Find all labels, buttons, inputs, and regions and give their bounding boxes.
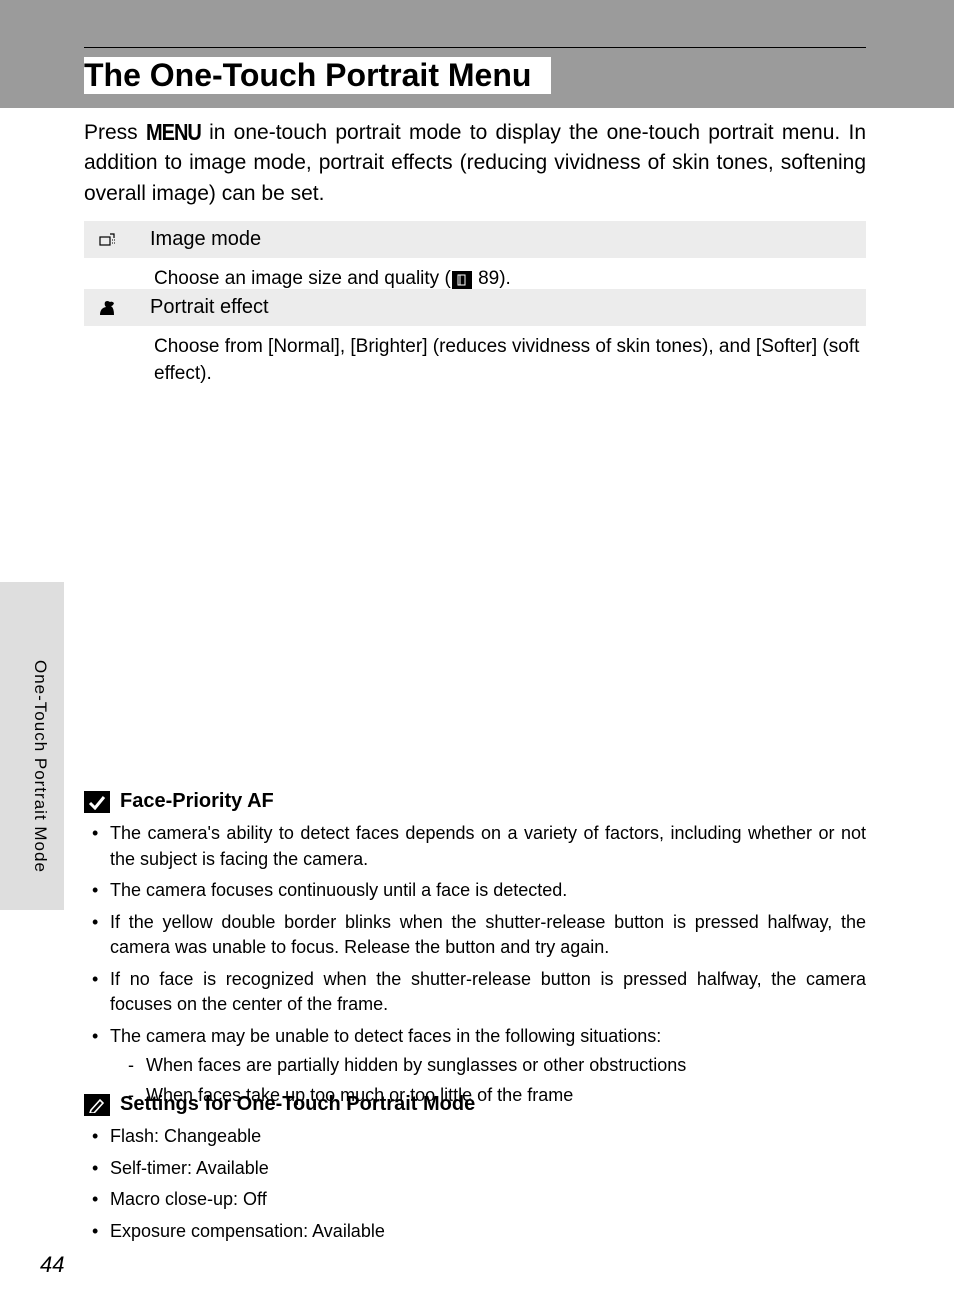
manual-page: One-Touch Portrait Mode The One-Touch Po…	[0, 0, 954, 1314]
note-title: Settings for One-Touch Portrait Mode	[120, 1093, 475, 1116]
section-heading-text: Portrait effect	[150, 296, 269, 319]
side-tab-label: One-Touch Portrait Mode	[30, 660, 50, 873]
note-header: Face-Priority AF	[84, 790, 866, 813]
intro-text-pre: Press	[84, 121, 146, 144]
image-mode-icon	[96, 231, 118, 249]
section-header: Portrait effect	[84, 289, 866, 326]
title-rule	[84, 47, 866, 48]
intro-text-post: in one-touch portrait mode to display th…	[84, 121, 866, 205]
page-title: The One-Touch Portrait Menu	[84, 57, 551, 94]
page-reference-icon	[452, 271, 472, 289]
body-text-pre: Choose an image size and quality (	[154, 268, 451, 289]
note-bullet-list: Flash: Changeable Self-timer: Available …	[84, 1124, 866, 1244]
list-item: The camera's ability to detect faces dep…	[84, 821, 866, 872]
note-settings: Settings for One-Touch Portrait Mode Fla…	[84, 1093, 866, 1250]
note-face-priority-af: Face-Priority AF The camera's ability to…	[84, 790, 866, 1114]
page-reference-number: 89	[478, 268, 499, 289]
list-item: The camera focuses continuously until a …	[84, 878, 866, 904]
section-portrait-effect: Portrait effect Choose from [Normal], [B…	[84, 289, 866, 397]
list-item: If no face is recognized when the shutte…	[84, 967, 866, 1018]
note-bullet-list: The camera's ability to detect faces dep…	[84, 821, 866, 1108]
menu-button-glyph: MENU	[146, 117, 201, 150]
list-item: Macro close-up: Off	[84, 1187, 866, 1213]
body-text-post: ).	[499, 268, 511, 289]
section-body: Choose from [Normal], [Brighter] (reduce…	[84, 326, 866, 397]
list-item: Flash: Changeable	[84, 1124, 866, 1150]
sublist-item: When faces are partially hidden by sungl…	[110, 1053, 866, 1079]
list-item-text: The camera may be unable to detect faces…	[110, 1026, 661, 1046]
pencil-icon	[84, 1094, 110, 1116]
list-item: Self-timer: Available	[84, 1156, 866, 1182]
section-heading-text: Image mode	[150, 228, 261, 251]
section-header: Image mode	[84, 221, 866, 258]
list-item: Exposure compensation: Available	[84, 1219, 866, 1245]
note-header: Settings for One-Touch Portrait Mode	[84, 1093, 866, 1116]
page-number: 44	[40, 1252, 64, 1278]
intro-paragraph: Press MENU in one-touch portrait mode to…	[84, 118, 866, 209]
portrait-effect-icon	[96, 299, 118, 317]
caution-icon	[84, 791, 110, 813]
list-item: If the yellow double border blinks when …	[84, 910, 866, 961]
note-title: Face-Priority AF	[120, 790, 274, 813]
